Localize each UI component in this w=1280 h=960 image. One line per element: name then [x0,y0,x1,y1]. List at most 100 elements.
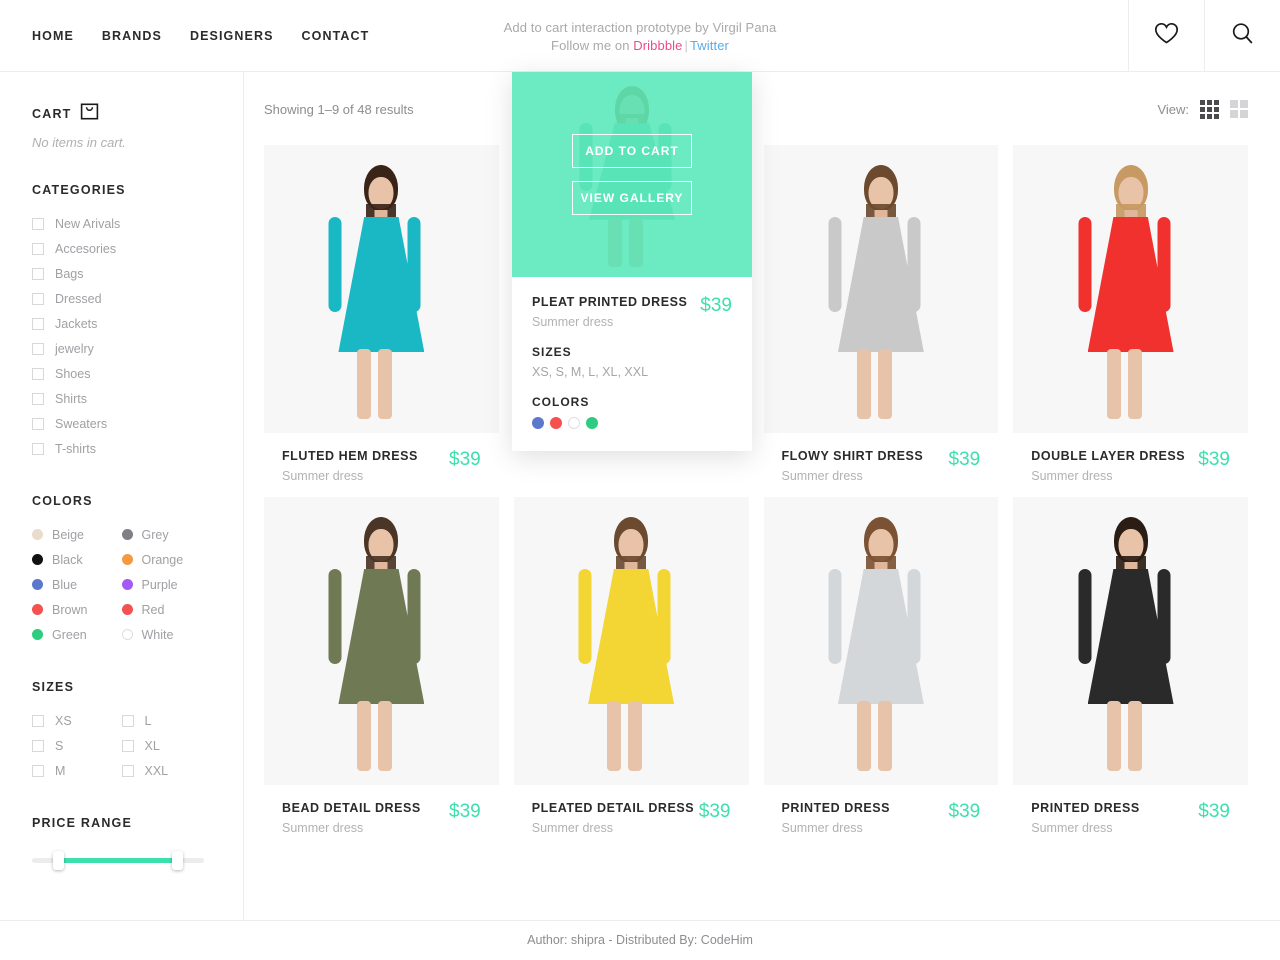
color-item-purple[interactable]: Purple [122,572,212,597]
color-item-grey[interactable]: Grey [122,522,212,547]
product-image[interactable] [514,497,749,785]
nav-item-brands[interactable]: BRANDS [102,29,162,43]
expanded-product-card[interactable]: ADD TO CART VIEW GALLERY PLEAT PRINTED D… [512,72,752,451]
product-image[interactable] [764,145,999,433]
product-image[interactable] [764,497,999,785]
checkbox[interactable] [32,740,44,752]
slider-handle-min[interactable] [53,851,64,870]
header-actions [1128,0,1280,71]
size-item-m[interactable]: M [32,758,122,783]
model-figure [514,497,749,785]
nav-item-designers[interactable]: DESIGNERS [190,29,274,43]
wishlist-button[interactable] [1128,0,1204,71]
color-label: Black [52,553,83,567]
color-dot-blue[interactable] [532,417,544,429]
checkbox[interactable] [32,343,44,355]
color-item-red[interactable]: Red [122,597,212,622]
product-image[interactable] [1013,497,1248,785]
dribbble-link[interactable]: Dribbble [633,38,682,53]
checkbox[interactable] [32,268,44,280]
heart-icon [1154,22,1179,50]
product-card[interactable]: DOUBLE LAYER DRESS Summer dress $39 [1013,145,1248,483]
category-item[interactable]: Jackets [32,311,211,336]
nav-item-home[interactable]: HOME [32,29,74,43]
product-name: FLUTED HEM DRESS [282,449,418,464]
product-card[interactable]: PRINTED DRESS Summer dress $39 [1013,497,1248,835]
product-image[interactable] [264,145,499,433]
product-card[interactable]: PLEATED DETAIL DRESS Summer dress $39 [514,497,749,835]
view-gallery-button[interactable]: VIEW GALLERY [572,181,692,215]
color-dot-red[interactable] [550,417,562,429]
category-item[interactable]: Shirts [32,386,211,411]
product-card[interactable]: PRINTED DRESS Summer dress $39 [764,497,999,835]
nav-item-contact[interactable]: CONTACT [302,29,370,43]
color-item-black[interactable]: Black [32,547,122,572]
category-item[interactable]: Dressed [32,286,211,311]
size-item-xxl[interactable]: XXL [122,758,212,783]
size-item-s[interactable]: S [32,733,122,758]
product-name: PRINTED DRESS [782,801,891,816]
category-item[interactable]: T-shirts [32,436,211,461]
category-item[interactable]: Sweaters [32,411,211,436]
product-subtitle: Summer dress [282,821,421,835]
checkbox[interactable] [122,740,134,752]
product-card[interactable]: BEAD DETAIL DRESS Summer dress $39 [264,497,499,835]
category-item[interactable]: Accesories [32,236,211,261]
product-image[interactable] [1013,145,1248,433]
shopping-bag-icon[interactable] [80,102,99,126]
checkbox[interactable] [32,443,44,455]
twitter-link[interactable]: Twitter [690,38,729,53]
checkbox[interactable] [122,765,134,777]
product-meta: PRINTED DRESS Summer dress $39 [764,785,999,835]
checkbox[interactable] [32,418,44,430]
price-range-slider[interactable] [32,850,204,870]
checkbox[interactable] [32,218,44,230]
size-item-xs[interactable]: XS [32,708,122,733]
category-item[interactable]: Shoes [32,361,211,386]
color-dot [122,604,133,615]
expanded-product-image[interactable]: ADD TO CART VIEW GALLERY [512,72,752,277]
size-item-l[interactable]: L [122,708,212,733]
grid-2-icon[interactable] [1230,100,1248,118]
color-item-brown[interactable]: Brown [32,597,122,622]
checkbox[interactable] [32,243,44,255]
category-item[interactable]: jewelry [32,336,211,361]
product-meta: BEAD DETAIL DRESS Summer dress $39 [264,785,499,835]
color-item-white[interactable]: White [122,622,212,647]
view-label: View: [1157,102,1189,117]
slider-handle-max[interactable] [172,851,183,870]
size-label: XS [55,714,72,728]
color-item-orange[interactable]: Orange [122,547,212,572]
search-button[interactable] [1204,0,1280,71]
color-label: White [142,628,174,642]
product-subtitle: Summer dress [1031,469,1185,483]
color-dot-white[interactable] [568,417,580,429]
product-meta: PRINTED DRESS Summer dress $39 [1013,785,1248,835]
checkbox[interactable] [32,318,44,330]
product-meta: FLUTED HEM DRESS Summer dress $39 [264,433,499,483]
checkbox[interactable] [32,765,44,777]
color-dot-green[interactable] [586,417,598,429]
checkbox[interactable] [32,715,44,727]
color-item-beige[interactable]: Beige [32,522,122,547]
checkbox[interactable] [32,293,44,305]
model-figure [764,145,999,433]
checkbox[interactable] [32,368,44,380]
product-subtitle: Summer dress [532,821,694,835]
product-card[interactable]: FLUTED HEM DRESS Summer dress $39 [264,145,499,483]
model-figure [264,497,499,785]
color-item-blue[interactable]: Blue [32,572,122,597]
grid-3-icon[interactable] [1200,100,1219,119]
product-card[interactable]: FLOWY SHIRT DRESS Summer dress $39 [764,145,999,483]
add-to-cart-button[interactable]: ADD TO CART [572,134,692,168]
checkbox[interactable] [122,715,134,727]
product-image[interactable] [264,497,499,785]
category-item[interactable]: New Arivals [32,211,211,236]
model-figure [264,145,499,433]
size-item-xl[interactable]: XL [122,733,212,758]
product-name: FLOWY SHIRT DRESS [782,449,924,464]
checkbox[interactable] [32,393,44,405]
product-subtitle: Summer dress [1031,821,1140,835]
category-item[interactable]: Bags [32,261,211,286]
color-item-green[interactable]: Green [32,622,122,647]
